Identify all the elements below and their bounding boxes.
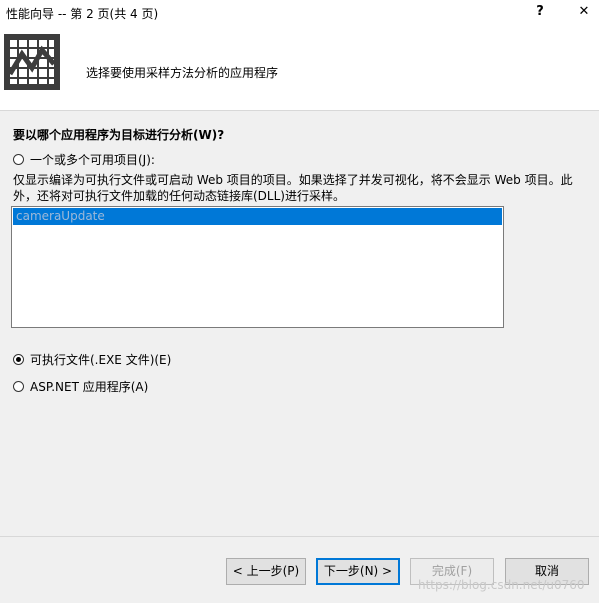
next-button[interactable]: 下一步(N) > bbox=[316, 558, 400, 585]
title-bar: 性能向导 -- 第 2 页(共 4 页) ? ✕ bbox=[0, 0, 599, 24]
projects-label: 一个或多个可用项目(J): bbox=[30, 153, 155, 167]
header-instruction: 选择要使用采样方法分析的应用程序 bbox=[86, 66, 279, 80]
header-divider bbox=[0, 110, 599, 111]
option-executable[interactable]: 可执行文件(.EXE 文件)(E) bbox=[13, 351, 171, 368]
help-button[interactable]: ? bbox=[520, 0, 560, 24]
close-button[interactable]: ✕ bbox=[564, 0, 599, 24]
wizard-header: 选择要使用采样方法分析的应用程序 bbox=[0, 24, 599, 110]
executable-radio[interactable] bbox=[13, 354, 24, 365]
target-question: 要以哪个应用程序为目标进行分析(W)? bbox=[13, 128, 225, 142]
aspnet-label: ASP.NET 应用程序(A) bbox=[30, 380, 149, 394]
projects-radio[interactable] bbox=[13, 154, 24, 165]
option-projects[interactable]: 一个或多个可用项目(J): bbox=[13, 151, 155, 168]
aspnet-radio[interactable] bbox=[13, 381, 24, 392]
executable-label: 可执行文件(.EXE 文件)(E) bbox=[30, 353, 172, 367]
option-aspnet[interactable]: ASP.NET 应用程序(A) bbox=[13, 378, 148, 395]
previous-button[interactable]: < 上一步(P) bbox=[226, 558, 306, 585]
list-item[interactable]: cameraUpdate bbox=[13, 208, 502, 225]
window-title: 性能向导 -- 第 2 页(共 4 页) bbox=[6, 7, 159, 21]
watermark-text: https://blog.csdn.net/u0760 bbox=[418, 578, 585, 592]
performance-wizard-icon bbox=[4, 34, 60, 90]
project-listbox[interactable]: cameraUpdate bbox=[11, 206, 504, 328]
description-text: 仅显示编译为可执行文件或可启动 Web 项目的项目。如果选择了并发可视化，将不会… bbox=[13, 173, 573, 203]
footer-divider bbox=[0, 536, 599, 537]
